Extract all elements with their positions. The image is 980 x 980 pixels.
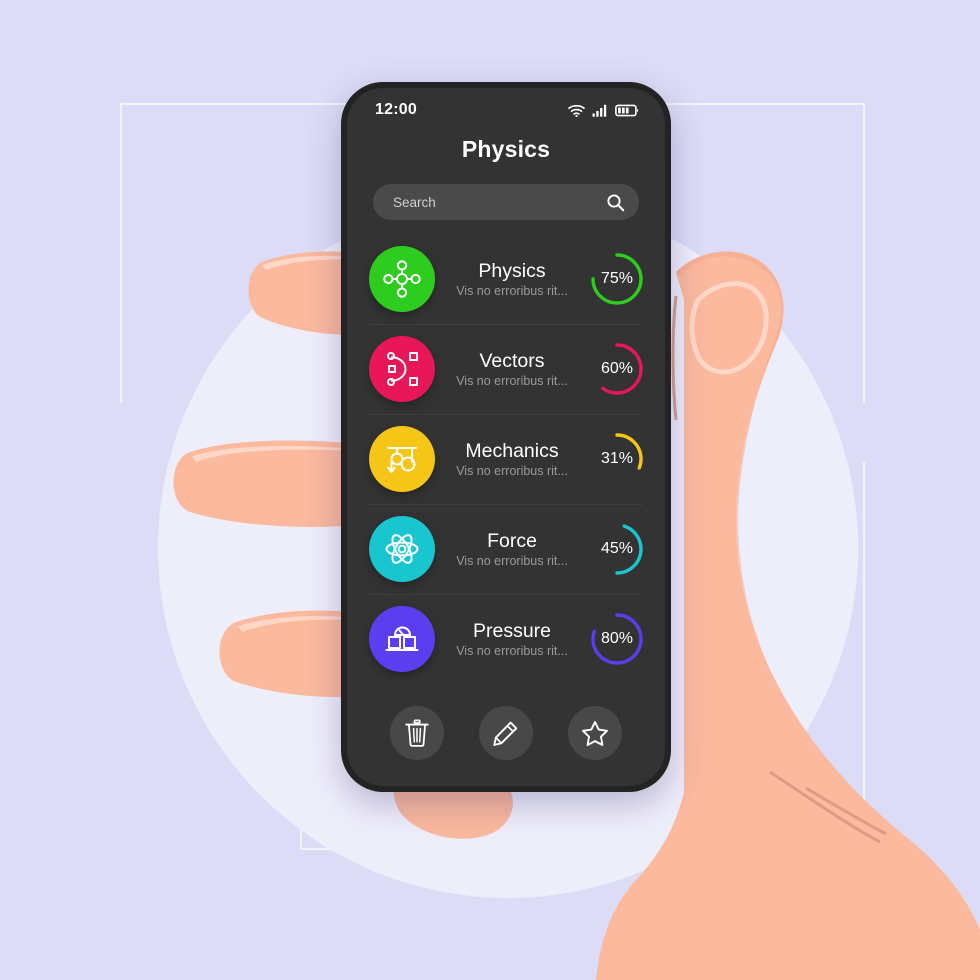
topic-badge bbox=[369, 516, 435, 582]
edit-button[interactable] bbox=[478, 706, 533, 760]
atom-icon bbox=[385, 534, 419, 564]
search-input[interactable]: Search bbox=[373, 184, 639, 220]
topic-subtitle: Vis no erroribus rit... bbox=[456, 644, 568, 659]
topic-text: Pressure Vis no erroribus rit... bbox=[435, 620, 589, 658]
phone-device: 12:00 Physics Search Physics Vis no erro… bbox=[341, 82, 671, 792]
topic-badge bbox=[369, 426, 435, 492]
progress-ring: 75% bbox=[589, 251, 645, 307]
bezier-curve-icon bbox=[387, 352, 418, 386]
illustration-scene: 12:00 Physics Search Physics Vis no erro… bbox=[0, 0, 980, 980]
pressure-gauge-icon bbox=[385, 626, 419, 651]
action-bar bbox=[347, 688, 665, 786]
pulley-icon bbox=[387, 447, 417, 473]
topic-title: Vectors bbox=[479, 349, 545, 372]
progress-label: 60% bbox=[600, 360, 634, 377]
status-bar: 12:00 bbox=[347, 88, 665, 128]
search-icon[interactable] bbox=[606, 193, 625, 212]
favorite-button[interactable] bbox=[567, 706, 622, 760]
topic-text: Physics Vis no erroribus rit... bbox=[435, 260, 589, 298]
progress-label: 75% bbox=[600, 270, 634, 287]
topic-title: Mechanics bbox=[465, 439, 559, 462]
cellular-signal-icon bbox=[592, 104, 607, 117]
topic-badge bbox=[369, 246, 435, 312]
phone-screen: 12:00 Physics Search Physics Vis no erro… bbox=[347, 88, 665, 786]
topic-row[interactable]: Pressure Vis no erroribus rit... 80% bbox=[347, 594, 665, 684]
pencil-icon bbox=[493, 721, 518, 746]
topic-subtitle: Vis no erroribus rit... bbox=[456, 284, 568, 299]
topic-subtitle: Vis no erroribus rit... bbox=[456, 374, 568, 389]
progress-ring: 60% bbox=[589, 341, 645, 397]
topic-text: Vectors Vis no erroribus rit... bbox=[435, 350, 589, 388]
topic-title: Physics bbox=[478, 259, 546, 282]
topic-row[interactable]: Mechanics Vis no erroribus rit... 31% bbox=[347, 414, 665, 504]
topic-row[interactable]: Vectors Vis no erroribus rit... 60% bbox=[347, 324, 665, 414]
progress-label: 80% bbox=[600, 630, 634, 647]
topic-subtitle: Vis no erroribus rit... bbox=[456, 554, 568, 569]
topic-badge bbox=[369, 606, 435, 672]
progress-label: 45% bbox=[600, 540, 634, 557]
topic-list: Physics Vis no erroribus rit... 75% Vect… bbox=[347, 234, 665, 688]
progress-ring: 80% bbox=[589, 611, 645, 667]
topic-subtitle: Vis no erroribus rit... bbox=[456, 464, 568, 479]
topic-badge bbox=[369, 336, 435, 402]
topic-title: Force bbox=[487, 529, 537, 552]
progress-ring: 45% bbox=[589, 521, 645, 577]
status-clock: 12:00 bbox=[375, 101, 417, 118]
page-title: Physics bbox=[461, 136, 551, 162]
progress-ring: 31% bbox=[589, 431, 645, 487]
delete-button[interactable] bbox=[390, 706, 445, 760]
search-placeholder: Search bbox=[393, 194, 436, 210]
molecule-icon bbox=[383, 260, 421, 298]
topic-row[interactable]: Force Vis no erroribus rit... 45% bbox=[347, 504, 665, 594]
progress-label: 31% bbox=[600, 450, 634, 467]
topic-text: Force Vis no erroribus rit... bbox=[435, 530, 589, 568]
topic-row[interactable]: Physics Vis no erroribus rit... 75% bbox=[347, 234, 665, 324]
battery-icon bbox=[615, 104, 639, 116]
status-icons bbox=[568, 104, 639, 117]
trash-icon bbox=[405, 719, 429, 747]
star-icon bbox=[581, 720, 608, 746]
wifi-icon bbox=[568, 104, 585, 117]
topic-title: Pressure bbox=[472, 619, 552, 642]
topic-text: Mechanics Vis no erroribus rit... bbox=[435, 440, 589, 478]
